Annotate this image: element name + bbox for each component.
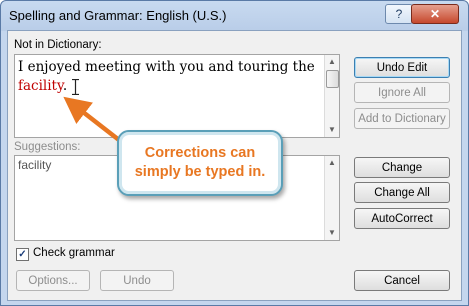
not-in-dictionary-textbox[interactable]: I enjoyed meeting with you and touring t… [14, 54, 340, 138]
change-all-button[interactable]: Change All [354, 182, 450, 203]
window-title: Spelling and Grammar: English (U.S.) [9, 8, 227, 23]
close-icon: ✕ [429, 7, 441, 21]
callout-line-2: simply be typed in. [134, 164, 266, 180]
help-button[interactable]: ? [385, 4, 413, 24]
scroll-down-icon[interactable]: ▼ [325, 226, 339, 240]
undo-button[interactable]: Undo [100, 270, 174, 291]
undo-edit-button[interactable]: Undo Edit [354, 57, 450, 78]
add-to-dictionary-button[interactable]: Add to Dictionary [354, 108, 450, 129]
not-in-dictionary-label-text: Not in Dictionary: [14, 39, 102, 51]
not-in-dictionary-label: Not in Dictionary: [14, 39, 102, 51]
scroll-up-icon[interactable]: ▲ [325, 156, 339, 170]
scroll-thumb[interactable] [326, 70, 339, 88]
sentence-text[interactable]: I enjoyed meeting with you and touring t… [18, 58, 320, 96]
sentence-after: . [62, 78, 68, 94]
annotation-callout: Corrections can simply be typed in. [117, 130, 283, 196]
text-scrollbar[interactable]: ▲ ▼ [324, 55, 339, 137]
check-grammar-label[interactable]: Check grammar [33, 247, 115, 259]
suggestion-item[interactable]: facility [18, 158, 51, 172]
ibeam-cursor-icon [72, 79, 79, 95]
ignore-all-button[interactable]: Ignore All [354, 82, 450, 103]
scroll-up-icon[interactable]: ▲ [325, 55, 339, 69]
change-button[interactable]: Change [354, 157, 450, 178]
cancel-button[interactable]: Cancel [354, 270, 450, 291]
callout-text: Corrections can simply be typed in. [119, 144, 281, 182]
help-icon: ? [395, 7, 403, 21]
autocorrect-button[interactable]: AutoCorrect [354, 208, 450, 229]
callout-line-1: Corrections can [144, 145, 256, 161]
sentence-before: I enjoyed meeting with you and touring t… [18, 59, 315, 75]
checkbox-check-icon[interactable]: ✓ [16, 248, 29, 261]
scroll-down-icon[interactable]: ▼ [325, 123, 339, 137]
misspelled-word: facility [18, 78, 63, 94]
close-button[interactable]: ✕ [411, 4, 459, 24]
title-bar[interactable]: Spelling and Grammar: English (U.S.) ? ✕ [1, 1, 468, 31]
suggestions-label: Suggestions: [14, 141, 81, 153]
suggestions-scrollbar[interactable]: ▲ ▼ [324, 156, 339, 240]
options-button[interactable]: Options... [16, 270, 90, 291]
